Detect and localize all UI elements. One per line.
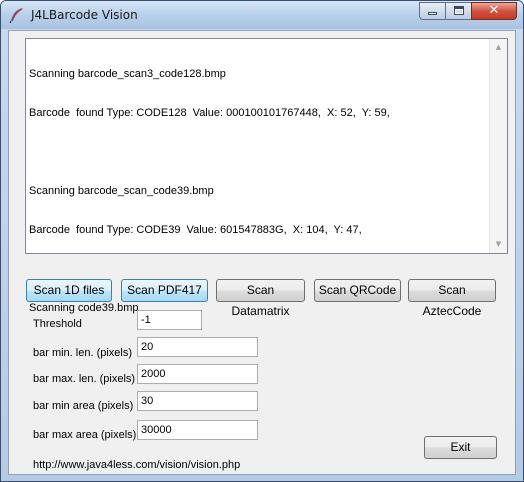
scan-1d-files-button[interactable]: Scan 1D files bbox=[26, 279, 112, 302]
scroll-up-arrow-icon[interactable]: ▲ bbox=[490, 39, 507, 56]
bar-min-area-label: bar min area (pixels) bbox=[33, 400, 134, 412]
minimize-icon bbox=[428, 12, 437, 15]
close-icon: ✕ bbox=[488, 3, 500, 18]
client-area: Scanning barcode_scan3_code128.bmp Barco… bbox=[8, 30, 516, 475]
maximize-icon bbox=[454, 6, 464, 15]
exit-button[interactable]: Exit bbox=[424, 436, 497, 459]
close-button[interactable]: ✕ bbox=[471, 2, 517, 20]
bar-min-len-field[interactable]: 20 bbox=[137, 337, 258, 357]
threshold-label: Threshold bbox=[33, 318, 82, 330]
maximize-button[interactable] bbox=[445, 2, 472, 20]
bar-max-area-field[interactable]: 30000 bbox=[137, 420, 258, 440]
log-textarea[interactable]: Scanning barcode_scan3_code128.bmp Barco… bbox=[25, 38, 508, 314]
log-line: Scanning barcode_scan3_code128.bmp bbox=[29, 68, 226, 80]
bar-min-len-label: bar min. len. (pixels) bbox=[33, 347, 133, 359]
bar-max-len-field[interactable]: 2000 bbox=[137, 364, 258, 384]
scan-qrcode-button[interactable]: Scan QRCode bbox=[314, 279, 401, 302]
log-line: Barcode found Type: CODE128 Value: 00010… bbox=[29, 107, 390, 119]
website-url: http://www.java4less.com/vision/vision.p… bbox=[33, 459, 241, 471]
title-bar[interactable]: J4LBarcode Vision ✕ bbox=[1, 1, 523, 29]
log-line: Barcode found Type: CODE39 Value: 601547… bbox=[29, 224, 362, 236]
minimize-button[interactable] bbox=[419, 2, 446, 20]
bar-min-area-field[interactable]: 30 bbox=[137, 391, 258, 411]
scan-datamatrix-button[interactable]: Scan Datamatrix bbox=[216, 279, 305, 318]
bar-max-len-label: bar max. len. (pixels) bbox=[33, 373, 136, 385]
scroll-down-arrow-icon[interactable]: ▼ bbox=[490, 236, 507, 253]
scan-pdf417-button[interactable]: Scan PDF417 bbox=[121, 279, 208, 302]
vertical-scrollbar[interactable]: ▲ ▼ bbox=[489, 39, 507, 253]
feather-icon bbox=[8, 6, 26, 24]
window-title: J4LBarcode Vision bbox=[31, 8, 138, 22]
scan-azteccode-button[interactable]: Scan AztecCode bbox=[408, 279, 496, 318]
threshold-field[interactable]: -1 bbox=[137, 310, 202, 330]
main-window: J4LBarcode Vision ✕ Scanning barcode_sca… bbox=[0, 0, 524, 482]
bar-max-area-label: bar max area (pixels) bbox=[33, 429, 137, 441]
log-line: Scanning barcode_scan_code39.bmp bbox=[29, 185, 214, 197]
